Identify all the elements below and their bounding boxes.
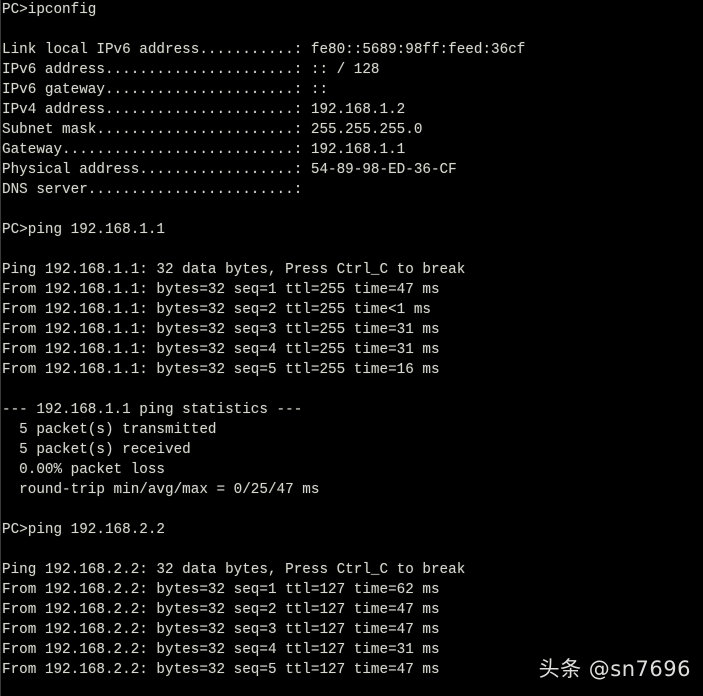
- console-line: From 192.168.2.2: bytes=32 seq=2 ttl=127…: [2, 602, 440, 618]
- console-line: From 192.168.1.1: bytes=32 seq=5 ttl=255…: [2, 362, 440, 378]
- console-line: 0.00% packet loss: [2, 462, 166, 478]
- console-line: round-trip min/avg/max = 0/25/47 ms: [2, 482, 320, 498]
- watermark: 头条 @sn7696: [538, 657, 691, 681]
- console-line: Gateway...........................: 192.…: [2, 142, 406, 158]
- console-line: PC>ping 192.168.1.1: [2, 222, 166, 238]
- console-line: 5 packet(s) transmitted: [2, 422, 217, 438]
- console-line: From 192.168.1.1: bytes=32 seq=1 ttl=255…: [2, 282, 440, 298]
- console-line: IPv6 gateway......................: ::: [2, 82, 329, 98]
- console-line: --- 192.168.1.1 ping statistics ---: [2, 402, 303, 418]
- console-line: PC>ping 192.168.2.2: [2, 522, 166, 538]
- terminal-window[interactable]: PC>ipconfig Link local IPv6 address.....…: [0, 0, 703, 696]
- console-line: Ping 192.168.1.1: 32 data bytes, Press C…: [2, 262, 466, 278]
- console-line: IPv4 address......................: 192.…: [2, 102, 406, 118]
- console-line: Subnet mask.......................: 255.…: [2, 122, 423, 138]
- console-line: From 192.168.1.1: bytes=32 seq=4 ttl=255…: [2, 342, 440, 358]
- console-line: PC>ipconfig: [2, 2, 97, 18]
- console-line: From 192.168.1.1: bytes=32 seq=2 ttl=255…: [2, 302, 431, 318]
- console-line: DNS server........................:: [2, 182, 303, 198]
- console-line: From 192.168.1.1: bytes=32 seq=3 ttl=255…: [2, 322, 440, 338]
- console-line: Link local IPv6 address...........: fe80…: [2, 42, 526, 58]
- console-line: IPv6 address......................: :: /…: [2, 62, 380, 78]
- console-line: Physical address..................: 54-8…: [2, 162, 457, 178]
- console-line: 5 packet(s) received: [2, 442, 191, 458]
- console-line: From 192.168.2.2: bytes=32 seq=3 ttl=127…: [2, 622, 440, 638]
- console-line: Ping 192.168.2.2: 32 data bytes, Press C…: [2, 562, 466, 578]
- console-output[interactable]: PC>ipconfig Link local IPv6 address.....…: [2, 0, 703, 696]
- console-line: From 192.168.2.2: bytes=32 seq=1 ttl=127…: [2, 582, 440, 598]
- window-left-edge: [0, 0, 1, 696]
